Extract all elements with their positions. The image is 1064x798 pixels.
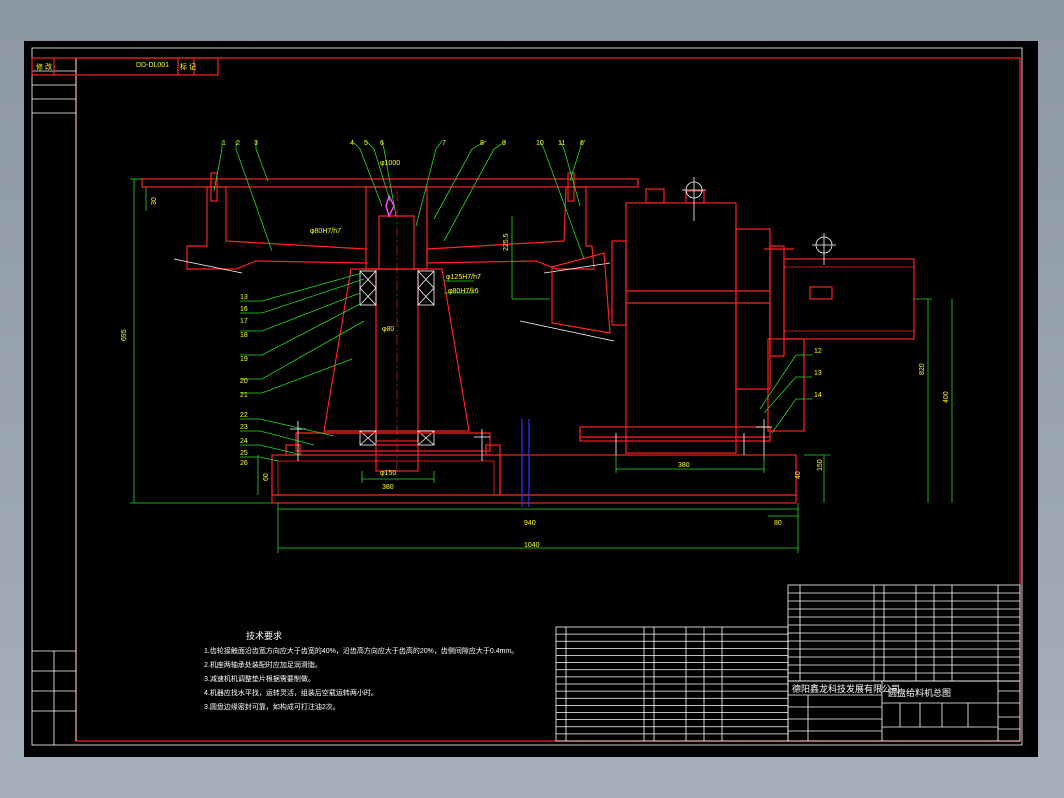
sheet-outer-border [31,47,1023,746]
part-l26: 26 [240,460,248,467]
dim-bottom-dia: φ150 [380,470,396,477]
part-l22: 22 [240,412,248,419]
part-10: 10 [536,140,544,147]
dim-top-dia: φ1000 [380,160,400,167]
dim-225: 225.5 [503,233,510,251]
part-2: 2 [236,140,240,147]
dim-motor-380: 380 [678,462,690,469]
tech-line-4: 4.机器应找水平找，运转灵活，组装后空载运转两小时。 [204,688,378,697]
part-r13: 13 [814,370,822,377]
tech-line-3: 3.减速机机调整垫片根据需要制做。 [204,674,315,683]
feeder-main-view: 1 2 3 4 5 6 7 8 9 10 11 8' 13 16 17 18 1… [121,140,953,553]
company-name: 德阳鑫龙科技发展有限公司 [792,683,900,694]
tech-heading: 技术要求 [246,630,282,641]
part-l13: 13 [240,294,248,301]
part-l18: 18 [240,332,248,339]
dim-940: 940 [524,520,536,527]
part-8prime: 8' [580,140,585,147]
part-1: 1 [222,140,226,147]
tech-requirements: 技术要求 1.齿轮接触面沿齿宽方向应大于齿宽的40%，沿齿高方向应大于齿高的20… [204,630,518,711]
dim-shaft: φ80 [382,326,394,333]
part-l21: 21 [240,392,248,399]
dim-40: 40 [795,471,802,479]
part-l20: 20 [240,378,248,385]
bom-table-left [555,626,789,742]
tech-line-5: 3.圆盘边缘密封可靠，如构成可打注油2次。 [204,702,340,711]
left-margin-strip [32,70,76,745]
dim-fit-2: φ125H7/h7 [446,274,481,281]
dim-1040: 1040 [524,542,540,549]
dim-80: 80 [774,520,782,527]
dim-height: 695 [121,329,128,341]
part-l23: 23 [240,424,248,431]
dim-30: 30 [151,197,158,205]
part-l17: 17 [240,318,248,325]
revision-label: 修 改 [36,62,52,71]
disc-arm-right [426,186,595,270]
dim-fit-3: φ80H7/k6 [448,288,479,295]
drawing-title: 圆盘给料机总图 [888,687,951,698]
mark-label: 标 记 [180,62,196,71]
part-4: 4 [350,140,354,147]
bom-table-right [787,584,1021,741]
title-block: 德阳鑫龙科技发展有限公司 圆盘给料机总图 [787,680,1021,742]
part-r12: 12 [814,348,822,355]
part-l25: 25 [240,450,248,457]
dim-400: 400 [943,391,950,403]
motor [764,248,915,432]
cad-drawing-canvas: 修 改 DD-DL001 标 记 1 2 3 4 5 6 7 8 9 10 11… [31,47,1023,746]
part-l19: 19 [240,356,248,363]
drawing-code-mirror: DD-DL001 [136,62,169,69]
lifting-eye-motor [812,233,836,265]
part-8: 8 [480,140,484,147]
central-hub [365,186,428,270]
dimension-lines [130,178,953,553]
dim-fit-1: φ80H7/h7 [310,228,341,235]
base-frame-right [499,454,797,496]
gearbox [579,188,785,454]
leader-lines [213,140,812,462]
tech-line-1: 1.齿轮接触面沿齿宽方向应大于齿宽的40%，沿齿高方向应大于齿高的20%，齿侧间… [204,646,518,655]
part-l24: 24 [240,438,248,445]
part-l16: 16 [240,306,248,313]
part-5: 5 [364,140,368,147]
dim-60: 60 [263,473,270,481]
part-7: 7 [442,140,446,147]
base-bottom-plate [271,494,797,504]
part-6: 6 [380,140,384,147]
part-3: 3 [254,140,258,147]
cad-viewport[interactable]: 修 改 DD-DL001 标 记 1 2 3 4 5 6 7 8 9 10 11… [24,41,1038,757]
part-r14: 14 [814,392,822,399]
part-9: 9 [502,140,506,147]
dim-150: 150 [817,459,824,471]
dim-820: 820 [919,363,926,375]
bevel-gear [551,252,611,334]
top-left-label-block: 修 改 DD-DL001 标 记 [31,57,219,76]
tech-line-2: 2.机座两轴承处装配时应加足润滑脂。 [204,660,322,669]
part-11: 11 [558,140,565,147]
dim-base-380: 380 [382,484,394,491]
